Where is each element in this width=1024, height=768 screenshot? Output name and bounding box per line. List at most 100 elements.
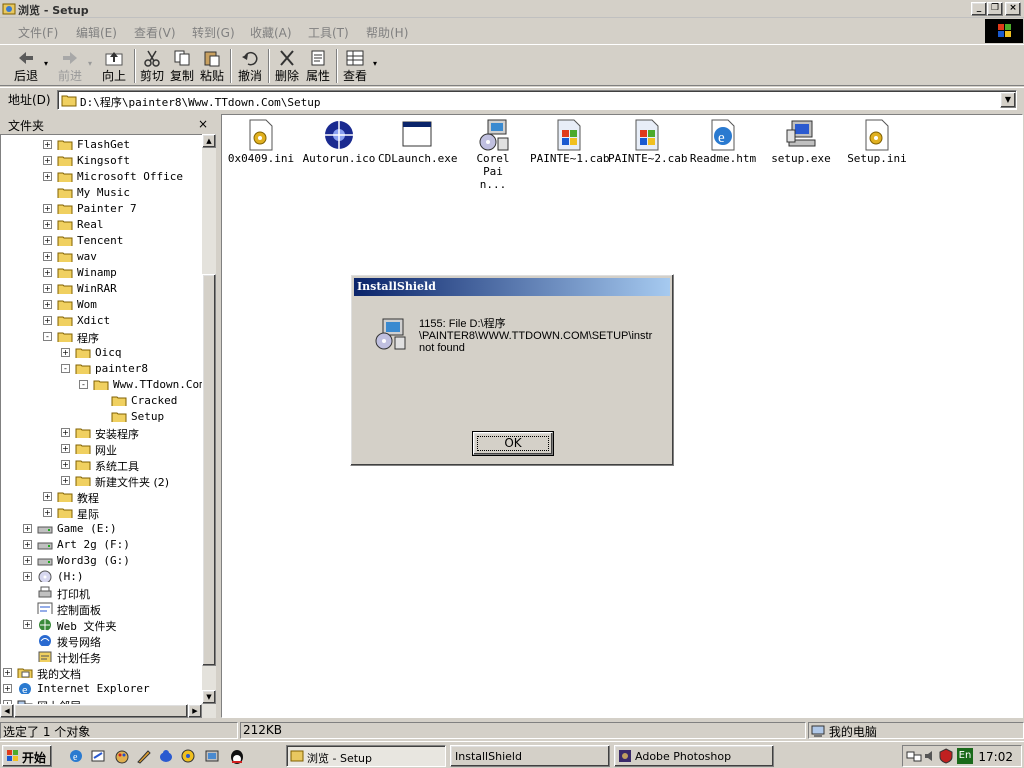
tree-node[interactable]: + Tencent: [1, 233, 201, 249]
tree-expander[interactable]: +: [61, 476, 70, 485]
tree-expander[interactable]: +: [3, 684, 12, 693]
tree-expander[interactable]: +: [61, 348, 70, 357]
tree-node[interactable]: + Kingsoft: [1, 153, 201, 169]
tree-expander[interactable]: +: [23, 572, 32, 581]
tree-node[interactable]: + 教程: [1, 489, 201, 505]
folder-tree[interactable]: + FlashGet + Kingsoft + Microsoft Office My Mu…: [0, 134, 216, 718]
tree-node[interactable]: + Painter 7: [1, 201, 201, 217]
tree-node[interactable]: + 新建文件夹 (2): [1, 473, 201, 489]
start-button[interactable]: 开始: [2, 745, 52, 767]
folders-close-button[interactable]: ×: [198, 117, 208, 131]
network-tray-icon[interactable]: [906, 749, 922, 763]
file-item[interactable]: e Readme.htm: [684, 118, 762, 165]
undo-button[interactable]: 撤消: [234, 49, 266, 85]
task-explorer[interactable]: 浏览 - Setup: [286, 745, 446, 767]
ok-button[interactable]: OK: [472, 431, 554, 456]
tree-expander[interactable]: +: [43, 220, 52, 229]
tree-horizontal-scrollbar[interactable]: ◀ ▶: [0, 704, 216, 718]
scroll-up-button[interactable]: ▲: [202, 134, 216, 148]
menu-file[interactable]: 文件(F): [18, 24, 58, 41]
tree-node[interactable]: + e Internet Explorer: [1, 681, 201, 697]
tree-node[interactable]: + 系统工具: [1, 457, 201, 473]
tree-expander[interactable]: +: [43, 492, 52, 501]
tree-hscroll-thumb[interactable]: [14, 704, 188, 718]
tree-node[interactable]: + 安装程序: [1, 425, 201, 441]
file-item[interactable]: 0x0409.ini: [222, 118, 300, 165]
security-shield-tray-icon[interactable]: [939, 748, 953, 764]
menu-favorites[interactable]: 收藏(A): [250, 24, 292, 41]
cut-button[interactable]: 剪切: [136, 49, 168, 85]
restore-button[interactable]: ❐: [987, 2, 1003, 16]
tree-expander[interactable]: +: [43, 268, 52, 277]
views-button[interactable]: 查看: [339, 49, 371, 85]
tree-node[interactable]: + Microsoft Office: [1, 169, 201, 185]
tree-node[interactable]: 控制面板: [1, 601, 201, 617]
tree-expander[interactable]: +: [61, 428, 70, 437]
tree-node[interactable]: Setup: [1, 409, 201, 425]
tree-node[interactable]: + Xdict: [1, 313, 201, 329]
minimize-button[interactable]: _: [971, 2, 987, 16]
tree-node[interactable]: + Web 文件夹: [1, 617, 201, 633]
tree-expander[interactable]: +: [43, 300, 52, 309]
tree-expander[interactable]: +: [61, 460, 70, 469]
player-quicklaunch-icon[interactable]: [180, 748, 196, 764]
ie-quicklaunch-icon[interactable]: e: [68, 748, 84, 764]
task-installshield[interactable]: InstallShield: [450, 745, 610, 767]
tree-expander[interactable]: +: [43, 316, 52, 325]
tree-expander[interactable]: -: [61, 364, 70, 373]
menu-edit[interactable]: 编辑(E): [76, 24, 117, 41]
scroll-left-button[interactable]: ◀: [0, 704, 14, 718]
tree-node[interactable]: + 网业: [1, 441, 201, 457]
back-button[interactable]: 后退: [10, 49, 42, 85]
paint-quicklaunch-icon[interactable]: [114, 748, 130, 764]
file-item[interactable]: PAINTE~2.cab: [608, 118, 687, 165]
tree-node[interactable]: Cracked: [1, 393, 201, 409]
menu-go[interactable]: 转到(G): [192, 24, 235, 41]
tree-node[interactable]: + Wom: [1, 297, 201, 313]
close-button[interactable]: ×: [1005, 2, 1021, 16]
tree-node[interactable]: + Winamp: [1, 265, 201, 281]
forward-dropdown-icon[interactable]: ▾: [88, 59, 92, 68]
tree-node[interactable]: + Art 2g (F:): [1, 537, 201, 553]
properties-button[interactable]: 属性: [302, 49, 334, 85]
file-item[interactable]: CDLaunch.exe: [378, 118, 457, 165]
tree-node[interactable]: + 星际: [1, 505, 201, 521]
forward-button[interactable]: 前进: [54, 49, 86, 85]
volume-tray-icon[interactable]: [923, 749, 937, 763]
tree-node[interactable]: + Real: [1, 217, 201, 233]
address-dropdown-button[interactable]: ▼: [1000, 92, 1016, 108]
show-desktop-icon[interactable]: [90, 748, 106, 764]
tree-scroll-thumb[interactable]: [202, 274, 216, 666]
tree-node[interactable]: 拨号网络: [1, 633, 201, 649]
tree-expander[interactable]: +: [23, 540, 32, 549]
views-dropdown-icon[interactable]: ▾: [373, 59, 377, 68]
tree-node[interactable]: + 我的文档: [1, 665, 201, 681]
paste-button[interactable]: 粘贴: [196, 49, 228, 85]
tree-node[interactable]: + wav: [1, 249, 201, 265]
tree-node[interactable]: - Www.TTdown.Com: [1, 377, 206, 393]
tree-node[interactable]: + Game (E:): [1, 521, 201, 537]
tree-node[interactable]: + Oicq: [1, 345, 201, 361]
tree-node[interactable]: + WinRAR: [1, 281, 201, 297]
tree-expander[interactable]: -: [79, 380, 88, 389]
address-input[interactable]: D:\程序\painter8\Www.TTdown.Com\Setup ▼: [57, 90, 1017, 110]
tree-expander[interactable]: +: [23, 620, 32, 629]
tree-expander[interactable]: +: [23, 556, 32, 565]
back-dropdown-icon[interactable]: ▾: [44, 59, 48, 68]
tree-expander[interactable]: -: [43, 332, 52, 341]
file-item[interactable]: PAINTE~1.cab: [530, 118, 609, 165]
tree-expander[interactable]: +: [43, 284, 52, 293]
tree-expander[interactable]: +: [43, 172, 52, 181]
tree-expander[interactable]: +: [3, 668, 12, 677]
dialog-titlebar[interactable]: InstallShield: [354, 278, 670, 296]
messenger-quicklaunch-icon[interactable]: [158, 748, 174, 764]
tree-expander[interactable]: +: [43, 204, 52, 213]
tree-node[interactable]: My Music: [1, 185, 201, 201]
file-item[interactable]: setup.exe: [762, 118, 840, 165]
scroll-down-button[interactable]: ▼: [202, 690, 216, 704]
file-item[interactable]: Corel Pain...: [454, 118, 532, 191]
scroll-right-button[interactable]: ▶: [188, 704, 202, 718]
tree-node[interactable]: 计划任务: [1, 649, 201, 665]
tree-expander[interactable]: +: [23, 524, 32, 533]
tree-expander[interactable]: +: [43, 156, 52, 165]
